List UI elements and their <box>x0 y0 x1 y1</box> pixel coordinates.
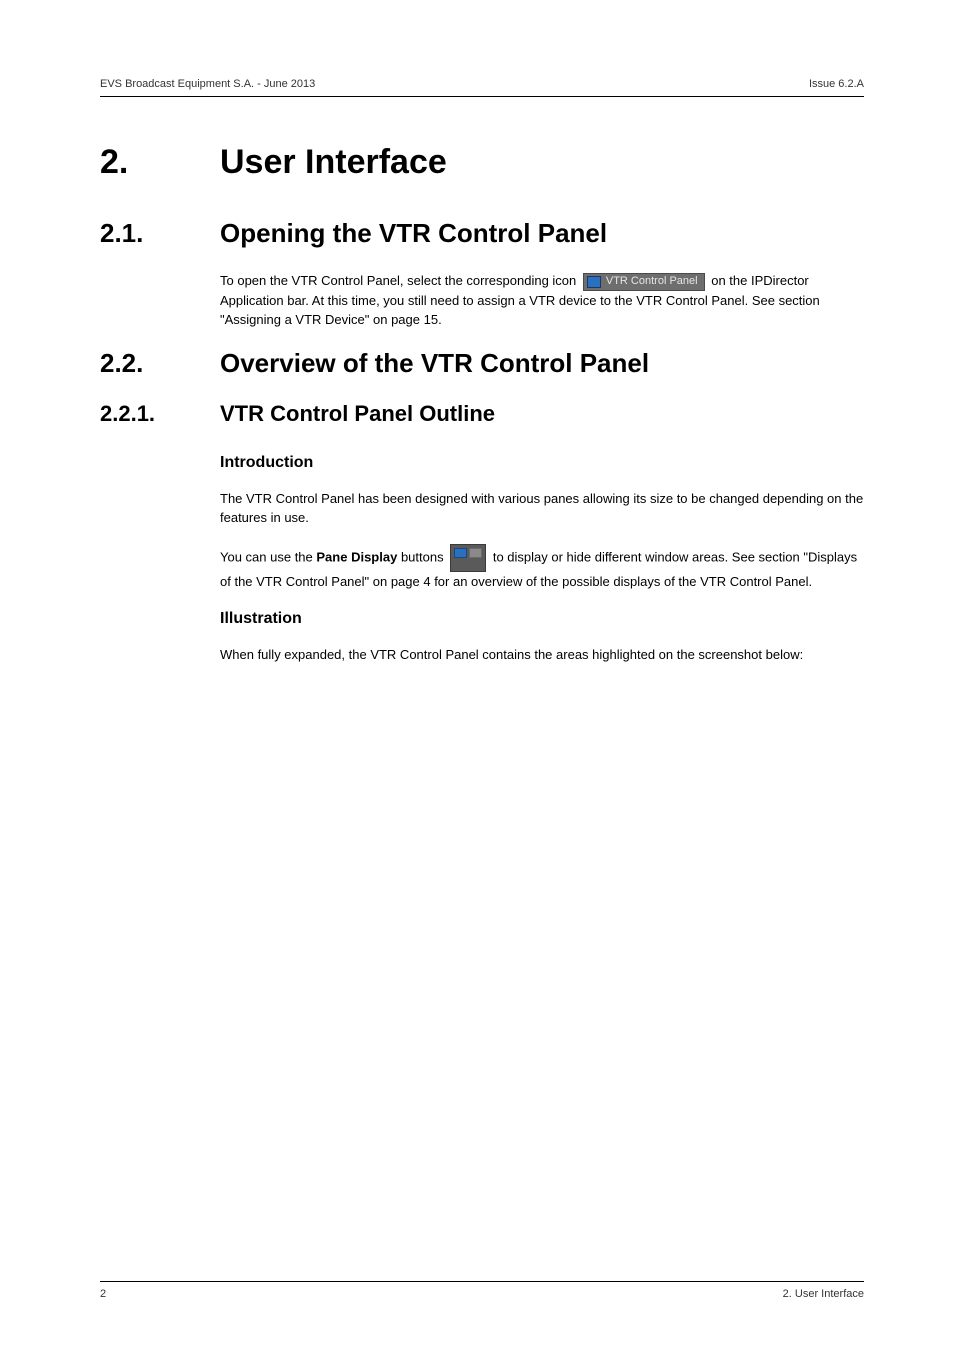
text: You can use the <box>220 549 316 564</box>
paragraph-illustration: When fully expanded, the VTR Control Pan… <box>220 645 864 665</box>
vtr-icon-label: VTR Control Panel <box>606 273 698 290</box>
page-footer: 2 2. User Interface <box>100 1281 864 1300</box>
paragraph-open-panel: To open the VTR Control Panel, select th… <box>220 271 864 330</box>
footer-section: 2. User Interface <box>783 1288 864 1300</box>
text-bold-pane-display: Pane Display <box>316 549 397 564</box>
heading-2-2-number: 2.2. <box>100 348 220 379</box>
page-header: EVS Broadcast Equipment S.A. - June 2013… <box>100 78 864 97</box>
heading-1: 2. User Interface <box>100 143 864 182</box>
text: To open the VTR Control Panel, select th… <box>220 273 580 288</box>
heading-2-1-number: 2.1. <box>100 218 220 249</box>
heading-4-illustration: Illustration <box>220 607 864 631</box>
vtr-icon-glyph <box>587 276 601 288</box>
heading-2-1: 2.1. Opening the VTR Control Panel <box>100 218 864 249</box>
pane-display-buttons-icon <box>450 544 486 572</box>
heading-3-221: 2.2.1. VTR Control Panel Outline <box>100 401 864 427</box>
footer-page-number: 2 <box>100 1288 106 1300</box>
vtr-control-panel-icon: VTR Control Panel <box>583 273 705 291</box>
heading-3-221-number: 2.2.1. <box>100 401 220 427</box>
heading-4-introduction: Introduction <box>220 451 864 475</box>
header-right: Issue 6.2.A <box>809 78 864 90</box>
paragraph-intro-2: You can use the Pane Display buttons to … <box>220 544 864 592</box>
heading-3-221-title: VTR Control Panel Outline <box>220 401 495 427</box>
text: buttons <box>401 549 447 564</box>
heading-2-2: 2.2. Overview of the VTR Control Panel <box>100 348 864 379</box>
pane-tile-icon <box>469 548 482 558</box>
heading-2-1-title: Opening the VTR Control Panel <box>220 218 607 249</box>
pane-tile-icon <box>454 548 467 558</box>
heading-1-number: 2. <box>100 143 220 182</box>
heading-2-2-title: Overview of the VTR Control Panel <box>220 348 649 379</box>
header-left: EVS Broadcast Equipment S.A. - June 2013 <box>100 78 315 90</box>
heading-1-title: User Interface <box>220 143 447 182</box>
paragraph-intro-1: The VTR Control Panel has been designed … <box>220 489 864 528</box>
